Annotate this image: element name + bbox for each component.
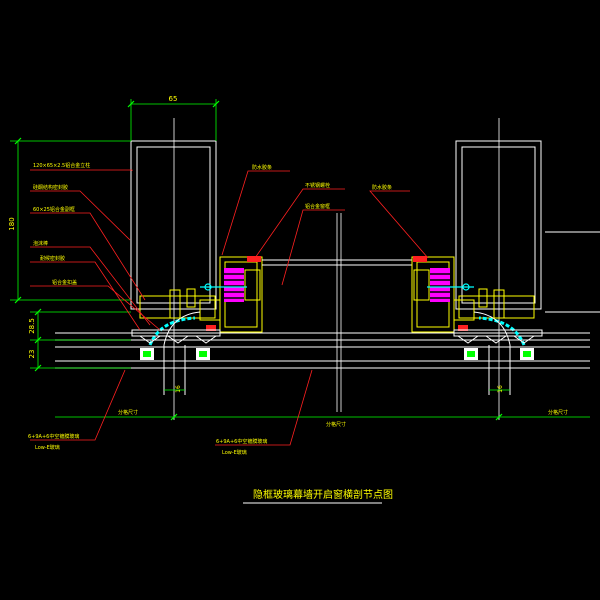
label-mullion: 120×65×2.5铝合金立柱 <box>33 162 90 169</box>
label-glass-mid-1: 6+9A+6中空镀膜玻璃 <box>216 438 267 445</box>
label-bolt: 不锈钢螺栓 <box>305 182 330 189</box>
dim-top-width: 65 <box>169 95 178 103</box>
leader-lines <box>30 169 429 446</box>
label-window-frame: 铝合金窗框 <box>305 203 330 210</box>
label-foam-rod: 泡沫棒 <box>33 240 48 247</box>
right-gasket <box>430 268 450 302</box>
label-glass-left-1: 6+9A+6中空镀膜玻璃 <box>28 433 79 440</box>
center-axes <box>173 118 500 420</box>
drawing-title: 隐框玻璃幕墙开启窗横剖节点图 <box>253 488 393 501</box>
label-sub-frame: 60×25铝合金副框 <box>33 206 75 213</box>
wall-line-right <box>545 231 600 313</box>
dim-left-height: 180 <box>8 217 16 230</box>
right-mullion <box>455 140 542 310</box>
left-seal-arc <box>148 316 196 346</box>
left-gasket <box>224 268 244 302</box>
left-mullion <box>130 140 217 310</box>
label-structural-sealant: 硅酮结构密封胶 <box>33 184 68 191</box>
label-waterproof-strip-2: 防水胶条 <box>372 184 392 191</box>
label-cap: 铝合金扣盖 <box>52 279 77 286</box>
dim-left-lower-1: 28.5 <box>28 318 36 334</box>
label-axis-mid: 分格尺寸 <box>326 421 346 428</box>
label-glass-mid-2: Low-E玻璃 <box>222 449 247 456</box>
label-axis-right: 分格尺寸 <box>548 409 568 416</box>
dim-left-lower-2: 23 <box>28 350 36 359</box>
dim-bottom-right: 16 <box>497 385 504 393</box>
left-block <box>140 348 210 360</box>
node-drawing: 65 180 28.5 23 16 16 120×65×2.5铝合金立柱 硅酮结… <box>8 95 600 504</box>
label-weather-sealant: 耐候密封胶 <box>40 255 65 262</box>
label-waterproof-strip-1: 防水胶条 <box>252 164 272 171</box>
dim-bottom-left: 16 <box>175 385 182 393</box>
label-axis-left: 分格尺寸 <box>118 409 138 416</box>
right-seal-arc <box>478 316 526 346</box>
label-glass-left-2: Low-E玻璃 <box>35 444 60 451</box>
